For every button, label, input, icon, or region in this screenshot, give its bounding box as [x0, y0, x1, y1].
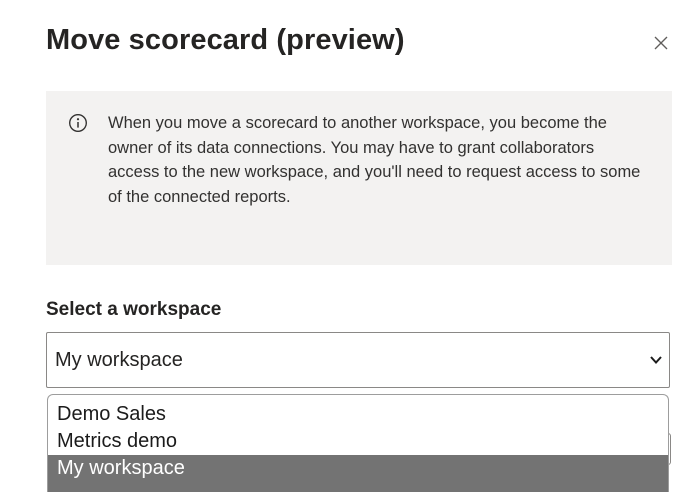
info-message-box: When you move a scorecard to another wor…: [46, 91, 672, 265]
info-icon: [68, 113, 88, 133]
workspace-option-demo-sales[interactable]: Demo Sales: [48, 401, 668, 428]
info-message-text: When you move a scorecard to another wor…: [108, 114, 641, 206]
workspace-dropdown-list: Demo Sales Metrics demo My workspace: [47, 394, 669, 492]
workspace-select[interactable]: My workspace: [46, 332, 670, 388]
close-button[interactable]: [648, 30, 674, 56]
workspace-option-my-workspace[interactable]: My workspace: [48, 455, 668, 492]
select-workspace-label: Select a workspace: [46, 299, 222, 320]
workspace-select-value: My workspace: [55, 349, 183, 371]
chevron-down-icon: [650, 356, 662, 364]
dialog-title: Move scorecard (preview): [46, 24, 405, 56]
close-icon: [654, 36, 668, 50]
workspace-option-metrics-demo[interactable]: Metrics demo: [48, 428, 668, 455]
